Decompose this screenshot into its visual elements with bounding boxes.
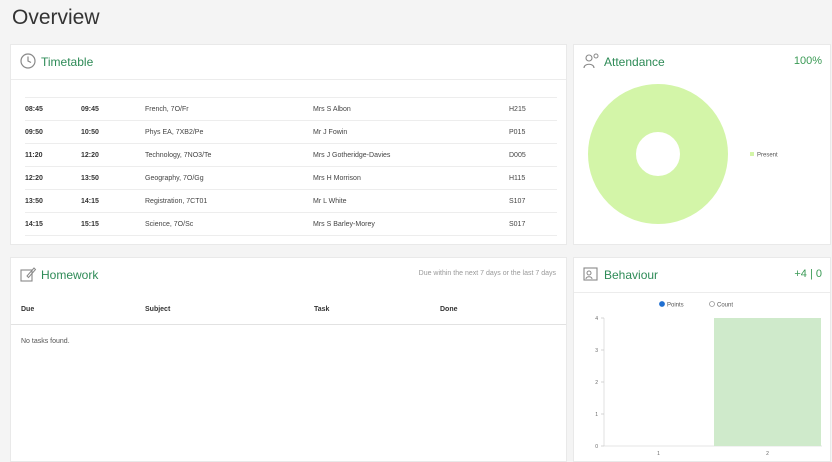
attendance-title: Attendance bbox=[604, 55, 665, 69]
lesson-room: S107 bbox=[509, 189, 557, 213]
lesson-subject: Registration, 7CT01 bbox=[145, 189, 313, 213]
behaviour-title: Behaviour bbox=[604, 268, 659, 282]
lesson-start-time: 13:50 bbox=[25, 189, 81, 213]
lesson-end-time: 13:50 bbox=[81, 166, 145, 190]
attendance-present-slice bbox=[588, 84, 728, 224]
homework-header: Homework Due within the next 7 days or t… bbox=[11, 258, 566, 292]
lesson-end-time: 14:15 bbox=[81, 189, 145, 213]
lesson-teacher: Mrs S Barley-Morey bbox=[313, 212, 509, 236]
lesson-room: S017 bbox=[509, 212, 557, 236]
column-task[interactable]: Task bbox=[314, 306, 329, 313]
toggle-radio-count[interactable] bbox=[709, 301, 715, 307]
lesson-teacher: Mr L White bbox=[313, 189, 509, 213]
lesson-start-time: 14:15 bbox=[25, 212, 81, 236]
lesson-teacher: Mrs H Morrison bbox=[313, 166, 509, 190]
attendance-header: Attendance 100% bbox=[574, 45, 830, 79]
timetable-header: Timetable bbox=[11, 45, 566, 80]
homework-date-range-note: Due within the next 7 days or the last 7… bbox=[418, 270, 556, 277]
homework-card: Homework Due within the next 7 days or t… bbox=[10, 257, 567, 462]
timetable-row: 14:15 15:15 Science, 7O/Sc Mrs S Barley-Mor… bbox=[25, 212, 557, 236]
column-done[interactable]: Done bbox=[440, 306, 458, 313]
attendance-percent: 100% bbox=[793, 55, 822, 67]
timetable-card: Timetable 08:45 09:45 French, 7O/Fr Mrs S A… bbox=[10, 44, 567, 245]
attendance-donut-chart: Present bbox=[588, 84, 778, 224]
legend-label-present: Present bbox=[757, 153, 778, 159]
clock-icon bbox=[20, 53, 36, 69]
homework-empty-message: No tasks found. bbox=[21, 338, 70, 345]
toggle-label-count[interactable]: Count bbox=[717, 303, 733, 309]
lesson-room: P015 bbox=[509, 120, 557, 144]
timetable-row: 13:50 14:15 Registration, 7CT01 Mr L White S… bbox=[25, 189, 557, 213]
column-due[interactable]: Due bbox=[21, 306, 34, 313]
y-tick-label: 3 bbox=[595, 348, 598, 354]
legend-swatch-present bbox=[750, 152, 754, 156]
lesson-teacher: Mrs J Gotheridge-Davies bbox=[313, 143, 509, 167]
timetable-row: 12:20 13:50 Geography, 7O/Gg Mrs H Morrison… bbox=[25, 166, 557, 190]
x-tick-label: 1 bbox=[657, 451, 660, 457]
behaviour-header: Behaviour +4 | 0 bbox=[574, 258, 830, 293]
lesson-subject: Technology, 7NO3/Te bbox=[145, 143, 313, 167]
timetable-row: 09:50 10:50 Phys EA, 7XB2/Pe Mr J Fowin P015 bbox=[25, 120, 557, 144]
page-title: Overview bbox=[12, 6, 100, 29]
timetable-table: 08:45 09:45 French, 7O/Fr Mrs S Albon H215 09… bbox=[25, 97, 557, 236]
person-icon bbox=[583, 53, 599, 69]
toggle-radio-points[interactable] bbox=[659, 301, 665, 307]
toggle-label-points[interactable]: Points bbox=[667, 303, 684, 309]
behaviour-bar[interactable] bbox=[714, 318, 821, 446]
lesson-teacher: Mrs S Albon bbox=[313, 97, 509, 121]
lesson-subject: French, 7O/Fr bbox=[145, 97, 313, 121]
behaviour-person-icon bbox=[583, 267, 598, 281]
lesson-start-time: 11:20 bbox=[25, 143, 81, 167]
lesson-start-time: 09:50 bbox=[25, 120, 81, 144]
lesson-room: H215 bbox=[509, 97, 557, 121]
lesson-end-time: 12:20 bbox=[81, 143, 145, 167]
lesson-subject: Geography, 7O/Gg bbox=[145, 166, 313, 190]
lesson-room: H115 bbox=[509, 166, 557, 190]
attendance-card: Attendance 100% Present bbox=[573, 44, 831, 245]
y-tick-label: 1 bbox=[595, 412, 598, 418]
lesson-start-time: 12:20 bbox=[25, 166, 81, 190]
behaviour-card: Behaviour +4 | 0 Points Count 0 1 2 3 4 1 2 bbox=[573, 257, 831, 462]
behaviour-summary: +4 | 0 bbox=[794, 268, 822, 280]
y-tick-label: 0 bbox=[595, 444, 598, 450]
x-tick-label: 2 bbox=[766, 451, 769, 457]
lesson-end-time: 10:50 bbox=[81, 120, 145, 144]
y-tick-label: 2 bbox=[595, 380, 598, 386]
lesson-start-time: 08:45 bbox=[25, 97, 81, 121]
timetable-row: 08:45 09:45 French, 7O/Fr Mrs S Albon H215 bbox=[25, 97, 557, 121]
lesson-teacher: Mr J Fowin bbox=[313, 120, 509, 144]
lesson-end-time: 09:45 bbox=[81, 97, 145, 121]
lesson-end-time: 15:15 bbox=[81, 212, 145, 236]
pencil-icon bbox=[20, 267, 37, 282]
homework-column-headers: Due Subject Task Done bbox=[11, 298, 566, 325]
homework-title: Homework bbox=[41, 268, 99, 282]
y-tick-label: 4 bbox=[595, 316, 598, 322]
timetable-row: 11:20 12:20 Technology, 7NO3/Te Mrs J Gothe… bbox=[25, 143, 557, 167]
lesson-room: D005 bbox=[509, 143, 557, 167]
timetable-title: Timetable bbox=[41, 55, 94, 69]
behaviour-chart: Points Count 0 1 2 3 4 1 2 bbox=[595, 301, 822, 457]
lesson-subject: Science, 7O/Sc bbox=[145, 212, 313, 236]
column-subject[interactable]: Subject bbox=[145, 306, 170, 313]
lesson-subject: Phys EA, 7XB2/Pe bbox=[145, 120, 313, 144]
